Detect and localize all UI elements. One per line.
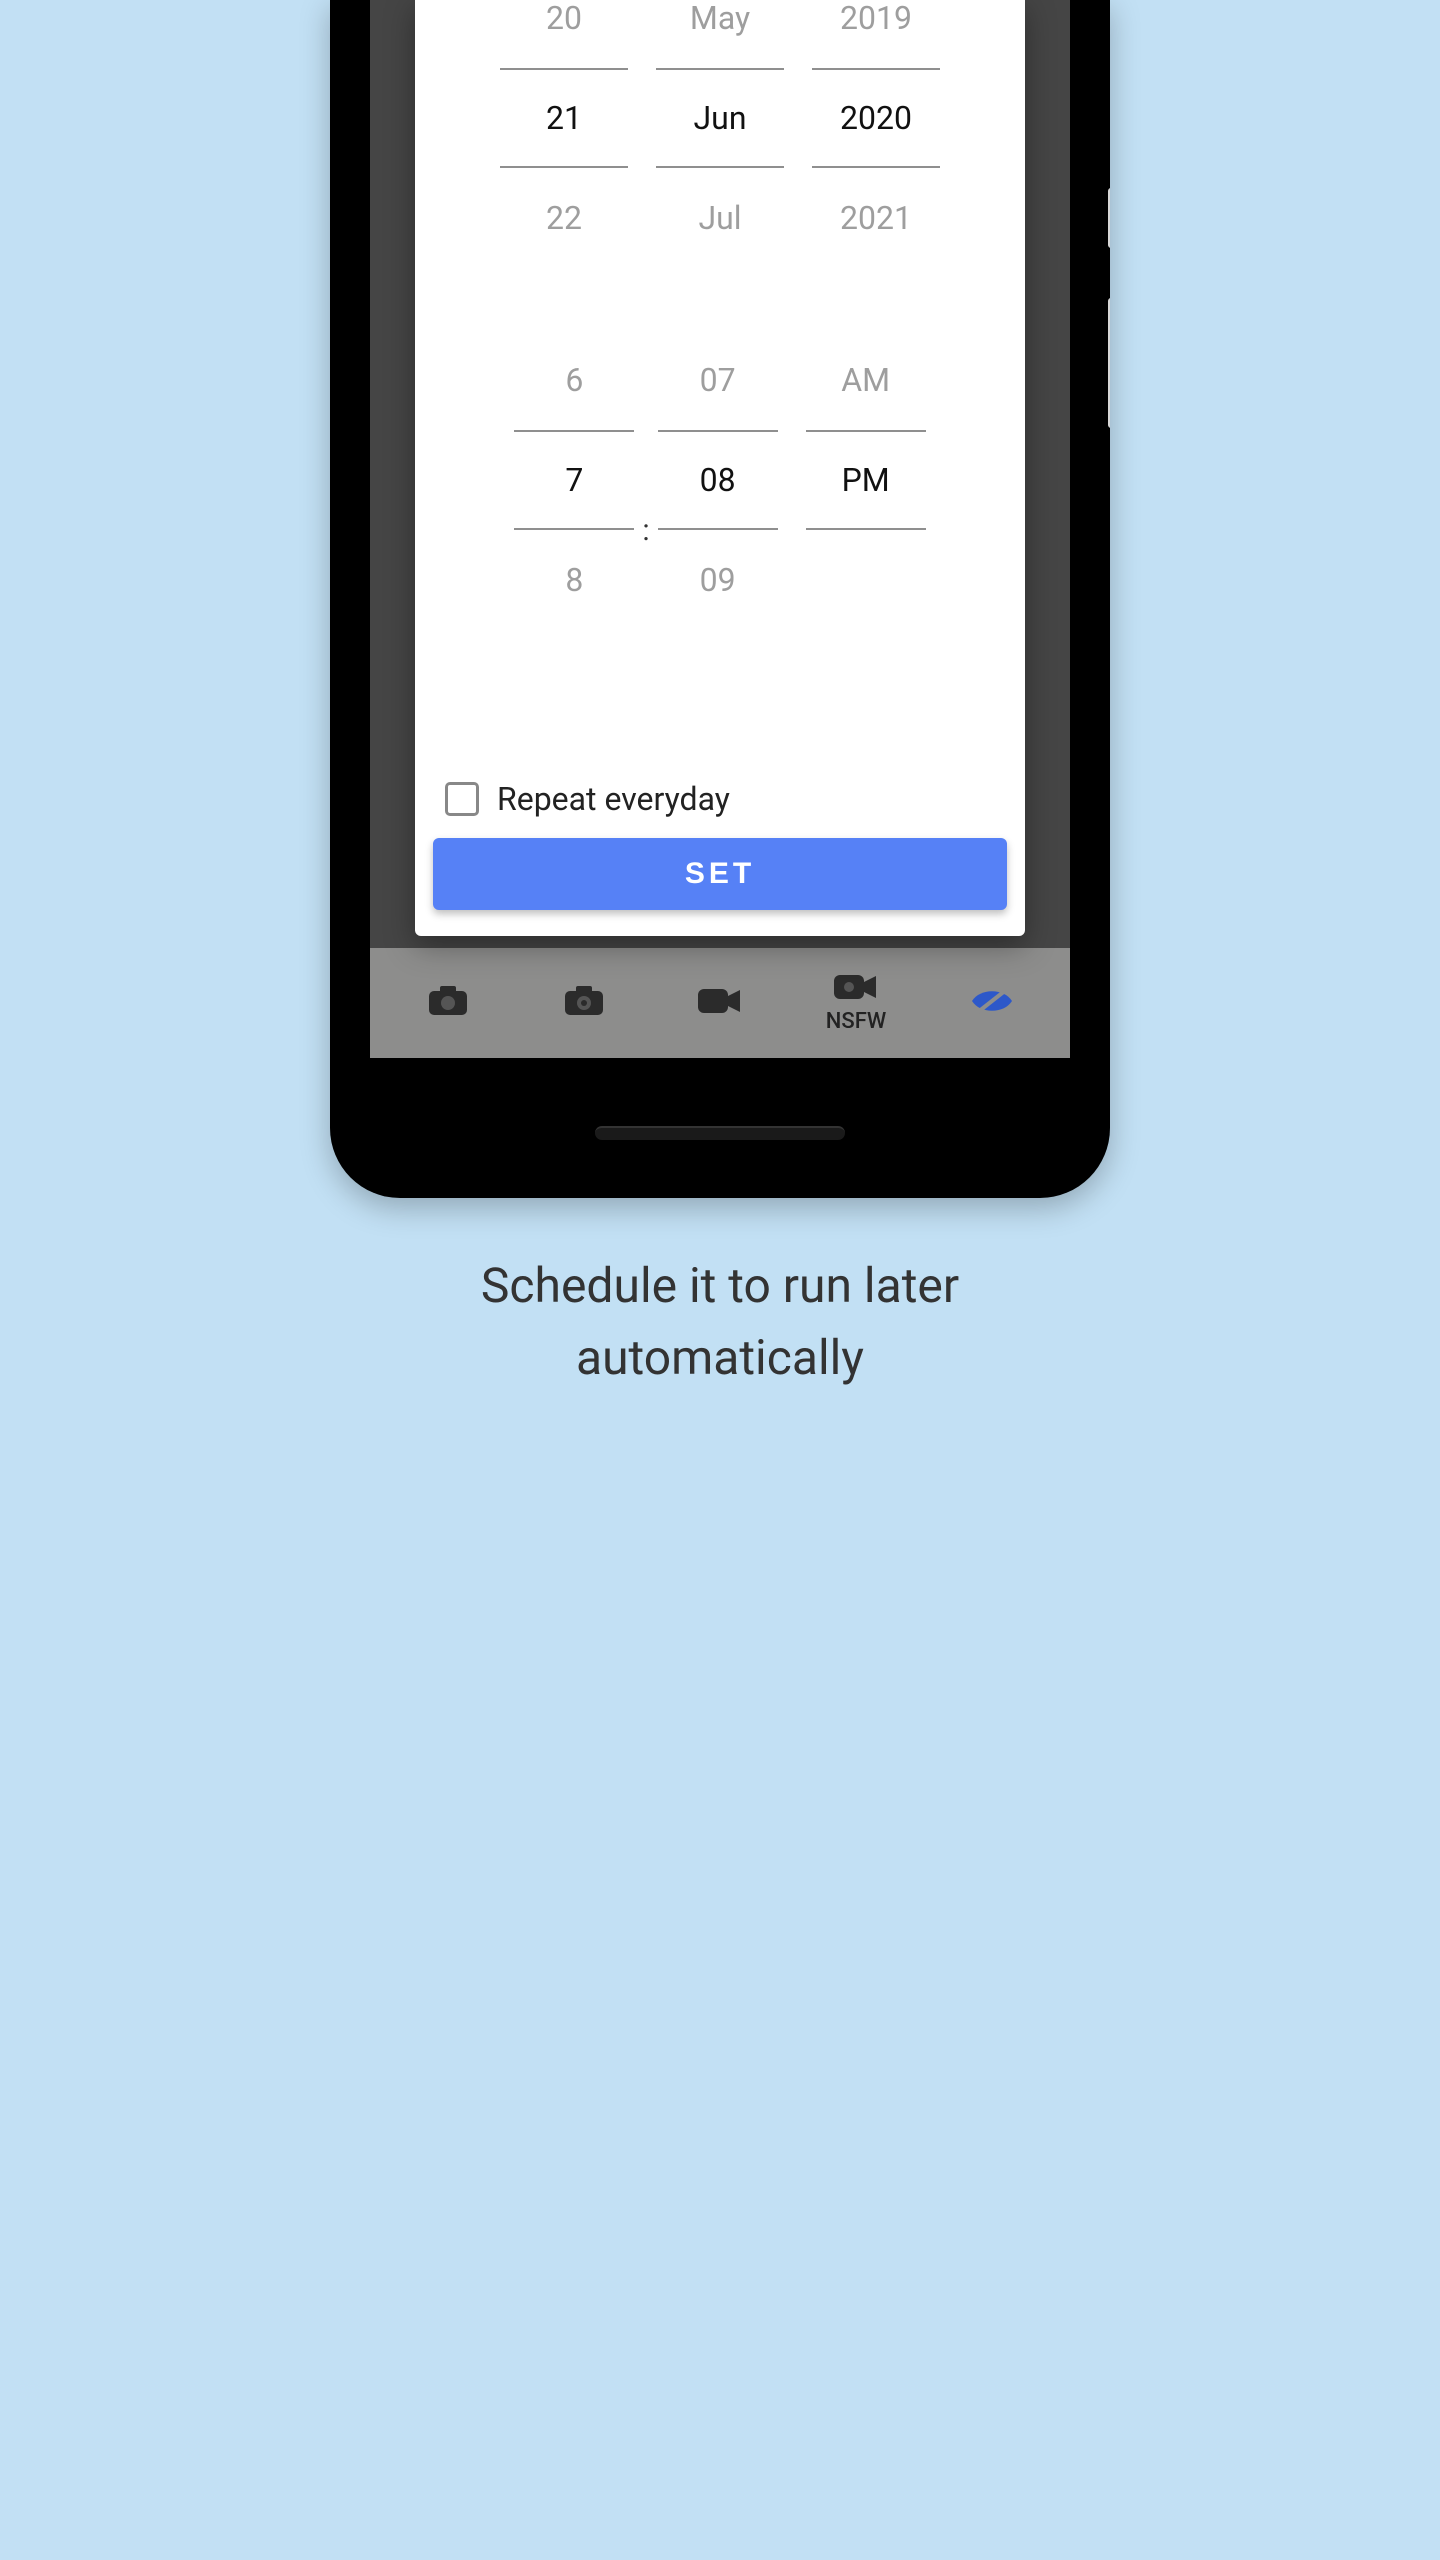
month-next[interactable]: Jul	[656, 168, 784, 268]
phone-frame: NSFW 20 21 22	[330, 0, 1110, 1198]
time-colon: :	[642, 430, 649, 530]
bottom-nav: NSFW	[370, 948, 1070, 1058]
nav-hidden[interactable]	[924, 948, 1060, 1058]
year-next[interactable]: 2021	[812, 168, 940, 268]
day-column[interactable]: 20 21 22	[500, 0, 628, 268]
day-prev[interactable]: 20	[500, 0, 628, 68]
nav-nsfw[interactable]: NSFW	[788, 948, 924, 1058]
camera-icon	[564, 986, 604, 1020]
minute-column[interactable]: 07 08 09	[658, 330, 778, 630]
ampm-next[interactable]	[806, 530, 926, 630]
nav-camera[interactable]	[380, 948, 516, 1058]
month-column[interactable]: May Jun Jul	[656, 0, 784, 268]
year-prev[interactable]: 2019	[812, 0, 940, 68]
schedule-dialog: 20 21 22 May Jun Jul 2019 2020 2021	[415, 0, 1025, 936]
day-next[interactable]: 22	[500, 168, 628, 268]
hour-selected[interactable]: 7	[514, 430, 634, 530]
phone-speaker	[595, 1126, 845, 1140]
time-picker[interactable]: 6 7 8 : 07 08 09 AM	[455, 330, 985, 630]
app-screen: NSFW 20 21 22	[370, 0, 1070, 1058]
video-icon	[698, 986, 742, 1020]
nav-camera-2[interactable]	[516, 948, 652, 1058]
nav-video[interactable]	[652, 948, 788, 1058]
camera-icon	[428, 986, 468, 1020]
month-prev[interactable]: May	[656, 0, 784, 68]
video-camera-icon	[834, 973, 878, 1005]
hour-column[interactable]: 6 7 8	[514, 330, 634, 630]
hour-prev[interactable]: 6	[514, 330, 634, 430]
repeat-checkbox[interactable]	[445, 782, 479, 816]
day-selected[interactable]: 21	[500, 68, 628, 168]
month-selected[interactable]: Jun	[656, 68, 784, 168]
year-column[interactable]: 2019 2020 2021	[812, 0, 940, 268]
date-picker[interactable]: 20 21 22 May Jun Jul 2019 2020 2021	[455, 0, 985, 268]
ampm-selected[interactable]: PM	[806, 430, 926, 530]
side-button	[1108, 188, 1110, 248]
year-selected[interactable]: 2020	[812, 68, 940, 168]
hour-next[interactable]: 8	[514, 530, 634, 630]
minute-selected[interactable]: 08	[658, 430, 778, 530]
repeat-label: Repeat everyday	[497, 780, 730, 818]
nav-nsfw-label: NSFW	[826, 1009, 886, 1034]
set-button[interactable]: SET	[433, 838, 1007, 910]
side-button	[1108, 298, 1110, 428]
ampm-column[interactable]: AM PM	[806, 330, 926, 630]
minute-prev[interactable]: 07	[658, 330, 778, 430]
eye-slash-icon	[970, 986, 1014, 1020]
repeat-row[interactable]: Repeat everyday	[415, 780, 1025, 818]
minute-next[interactable]: 09	[658, 530, 778, 630]
promo-caption: Schedule it to run later automatically	[311, 1250, 1130, 1394]
ampm-prev[interactable]: AM	[806, 330, 926, 430]
